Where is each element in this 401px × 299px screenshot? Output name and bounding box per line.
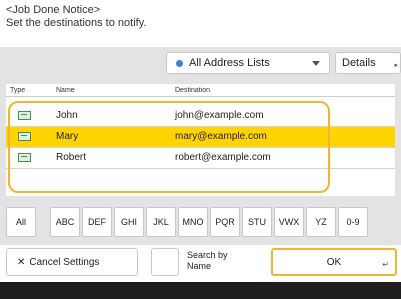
enter-icon: ↵ (382, 260, 389, 269)
alphabet-filter-bar: All ABC DEF GHI JKL MNO PQR STU VWX YZ 0… (6, 207, 401, 237)
close-icon: ✕ (17, 256, 26, 268)
row-destination: john@example.com (175, 110, 264, 121)
email-icon (18, 111, 31, 120)
table-row[interactable]: John john@example.com (6, 106, 395, 127)
row-destination: robert@example.com (175, 152, 271, 163)
filter-key-ghi[interactable]: GHI (114, 207, 144, 237)
email-icon (18, 132, 31, 141)
filter-key-abc[interactable]: ABC (50, 207, 80, 237)
filter-key-mno[interactable]: MNO (178, 207, 208, 237)
filter-key-vwx[interactable]: VWX (274, 207, 304, 237)
filter-key-stu[interactable]: STU (242, 207, 272, 237)
email-icon (18, 153, 31, 162)
table-row[interactable]: Robert robert@example.com (6, 148, 395, 169)
filter-key-yz[interactable]: YZ (306, 207, 336, 237)
address-list-label: All Address Lists (189, 57, 270, 69)
filter-key-def[interactable]: DEF (82, 207, 112, 237)
ok-button[interactable]: OK ↵ (271, 248, 397, 276)
address-book-icon (176, 59, 183, 67)
details-label: Details (342, 57, 376, 69)
row-name: Mary (56, 131, 79, 142)
filter-key-pqr[interactable]: PQR (210, 207, 240, 237)
column-header-name: Name (56, 87, 75, 94)
row-name: John (56, 110, 78, 121)
table-row[interactable]: Mary mary@example.com (6, 127, 395, 148)
destination-table: Type Name Destination John john@example.… (6, 84, 395, 196)
ok-label: OK (326, 256, 342, 268)
column-header-destination: Destination (175, 87, 211, 94)
dialog-header: <Job Done Notice> Set the destinations t… (6, 4, 146, 30)
cancel-settings-label: Cancel Settings (29, 256, 100, 268)
filter-key-all[interactable]: All (6, 207, 36, 237)
details-button[interactable]: Details ▸ (335, 52, 401, 74)
search-by-name-button[interactable] (151, 248, 179, 276)
status-bar (0, 282, 401, 299)
filter-key-jkl[interactable]: JKL (146, 207, 176, 237)
table-header: Type Name Destination (6, 84, 395, 97)
row-name: Robert (56, 152, 87, 163)
dialog-subtitle: Set the destinations to notify. (6, 17, 147, 29)
cancel-settings-button[interactable]: ✕ Cancel Settings (6, 248, 138, 276)
column-header-type: Type (10, 87, 26, 94)
row-destination: mary@example.com (175, 131, 267, 142)
chevron-down-icon (312, 60, 320, 66)
search-by-name-label: Search by Name (187, 250, 228, 271)
address-list-dropdown[interactable]: All Address Lists (166, 52, 330, 74)
chevron-right-icon: ▸ (394, 62, 398, 69)
dialog-title: <Job Done Notice> (6, 4, 101, 16)
filter-key-digits[interactable]: 0-9 (338, 207, 368, 237)
